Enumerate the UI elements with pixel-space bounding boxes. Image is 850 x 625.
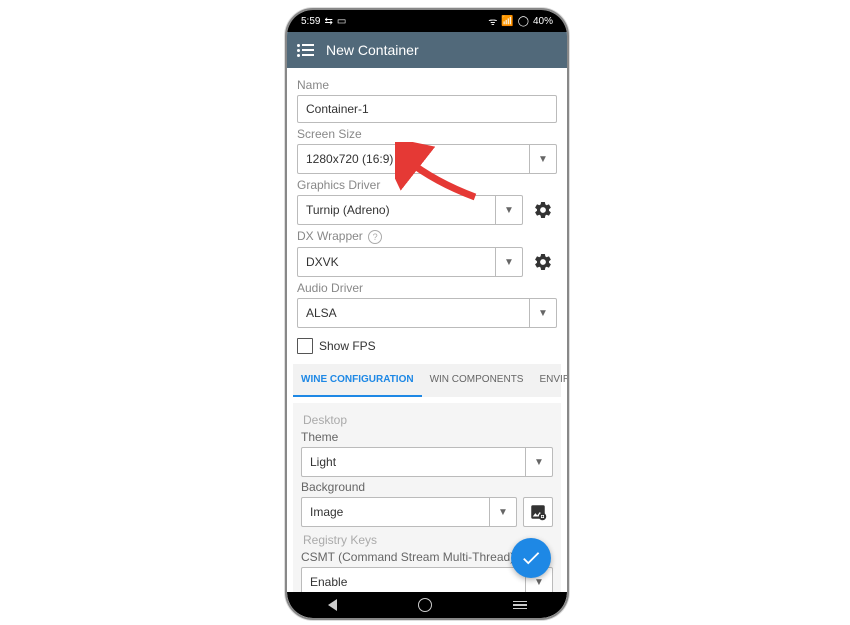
show-fps-checkbox[interactable] bbox=[297, 338, 313, 354]
tab-wine-configuration[interactable]: WINE CONFIGURATION bbox=[293, 364, 422, 397]
graphics-driver-value: Turnip (Adreno) bbox=[298, 203, 495, 217]
dx-wrapper-settings-button[interactable] bbox=[529, 248, 557, 276]
theme-value: Light bbox=[302, 455, 525, 469]
battery-text: 40% bbox=[533, 16, 553, 27]
audio-driver-select[interactable]: ALSA ▼ bbox=[297, 298, 557, 328]
tab-enviro[interactable]: ENVIRO bbox=[531, 364, 567, 397]
name-input[interactable] bbox=[297, 95, 557, 123]
status-time: 5:59 bbox=[301, 16, 320, 27]
screen-size-select[interactable]: 1280x720 (16:9) ▼ bbox=[297, 144, 557, 174]
content-scroll[interactable]: Name Screen Size 1280x720 (16:9) ▼ Graph… bbox=[287, 68, 567, 594]
chevron-down-icon: ▼ bbox=[495, 248, 522, 276]
theme-select[interactable]: Light ▼ bbox=[301, 447, 553, 477]
background-select[interactable]: Image ▼ bbox=[301, 497, 517, 527]
chevron-down-icon: ▼ bbox=[529, 145, 556, 173]
status-icon: ⇆ bbox=[324, 16, 332, 27]
app-title: New Container bbox=[326, 42, 419, 58]
tabs: WINE CONFIGURATION WIN COMPONENTS ENVIRO bbox=[293, 364, 561, 397]
dx-wrapper-value: DXVK bbox=[298, 255, 495, 269]
screen-size-value: 1280x720 (16:9) bbox=[298, 152, 529, 166]
phone-frame: 5:59 ⇆ ▭ ᯤ 📶 ◯ 40% New Container Name Sc bbox=[285, 8, 569, 620]
check-icon bbox=[520, 547, 542, 569]
status-icon: ▭ bbox=[337, 16, 346, 27]
chevron-down-icon: ▼ bbox=[525, 448, 552, 476]
menu-icon[interactable] bbox=[297, 44, 314, 57]
theme-label: Theme bbox=[301, 430, 553, 444]
back-icon bbox=[328, 599, 337, 611]
battery-icon: ◯ bbox=[518, 16, 529, 27]
graphics-driver-select[interactable]: Turnip (Adreno) ▼ bbox=[297, 195, 523, 225]
background-value: Image bbox=[302, 505, 489, 519]
screen-size-label: Screen Size bbox=[297, 127, 557, 141]
dx-wrapper-select[interactable]: DXVK ▼ bbox=[297, 247, 523, 277]
dx-wrapper-label: DX Wrapper ? bbox=[297, 229, 557, 244]
chevron-down-icon: ▼ bbox=[495, 196, 522, 224]
nav-back-button[interactable] bbox=[328, 599, 337, 611]
chevron-down-icon: ▼ bbox=[489, 498, 516, 526]
graphics-driver-settings-button[interactable] bbox=[529, 196, 557, 224]
app-bar: New Container bbox=[287, 32, 567, 68]
gear-icon bbox=[533, 252, 553, 272]
recent-icon bbox=[513, 601, 527, 610]
wifi-icon: ᯤ bbox=[488, 14, 497, 28]
nav-bar bbox=[287, 592, 567, 618]
graphics-driver-label: Graphics Driver bbox=[297, 178, 557, 192]
image-picker-icon bbox=[529, 503, 547, 521]
chevron-down-icon: ▼ bbox=[529, 299, 556, 327]
name-label: Name bbox=[297, 78, 557, 92]
tab-win-components[interactable]: WIN COMPONENTS bbox=[422, 364, 532, 397]
signal-icon: 📶 bbox=[501, 16, 513, 27]
background-label: Background bbox=[301, 480, 553, 494]
audio-driver-value: ALSA bbox=[298, 306, 529, 320]
desktop-section-label: Desktop bbox=[303, 413, 553, 427]
csmt-value: Enable bbox=[302, 575, 525, 589]
status-bar: 5:59 ⇆ ▭ ᯤ 📶 ◯ 40% bbox=[287, 10, 567, 32]
confirm-fab[interactable] bbox=[511, 538, 551, 578]
gear-icon bbox=[533, 200, 553, 220]
help-icon[interactable]: ? bbox=[368, 230, 382, 244]
background-image-button[interactable] bbox=[523, 497, 553, 527]
show-fps-checkbox-row[interactable]: Show FPS bbox=[297, 338, 557, 354]
show-fps-label: Show FPS bbox=[319, 339, 376, 353]
audio-driver-label: Audio Driver bbox=[297, 281, 557, 295]
home-icon bbox=[418, 598, 432, 612]
nav-recent-button[interactable] bbox=[513, 601, 527, 610]
nav-home-button[interactable] bbox=[418, 598, 432, 612]
